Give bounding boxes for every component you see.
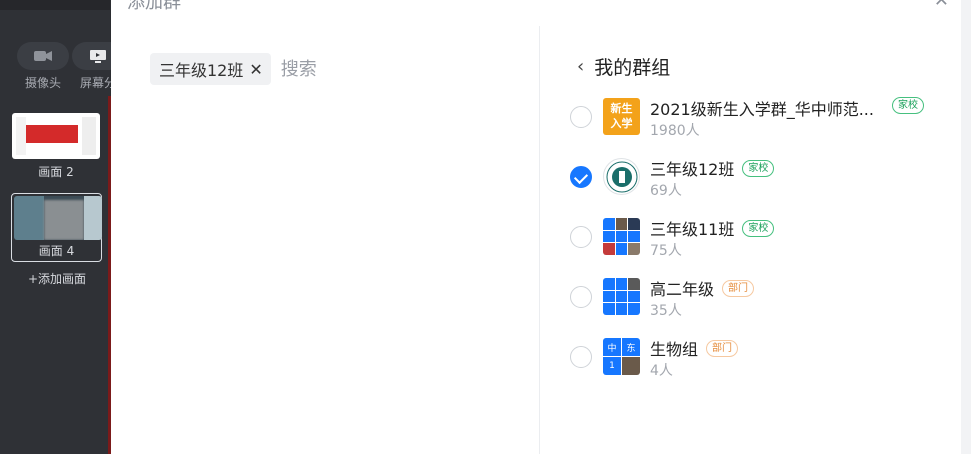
- sidebar-top-strip: [0, 0, 110, 10]
- search-input[interactable]: [280, 58, 481, 80]
- list-item[interactable]: 三年级11班 家校 75人: [569, 207, 949, 267]
- group-name: 三年级12班: [650, 160, 735, 179]
- group-name-wrap: 三年级11班 家校: [650, 216, 775, 240]
- tag-badge: 家校: [742, 159, 775, 177]
- group-list: 新生 入学 2021级新生入学群_华中师范... 家校 1980人 三年级12班: [569, 87, 949, 387]
- group-name: 2021级新生入学群_华中师范...: [650, 100, 874, 119]
- tag-badge: 家校: [742, 219, 775, 237]
- tag-badge: 部门: [722, 279, 755, 297]
- tag-badge: 家校: [892, 97, 924, 114]
- member-count: 35人: [650, 303, 682, 319]
- scene-label-2: 画面 2: [38, 165, 74, 179]
- tag-badge: 部门: [706, 339, 739, 357]
- left-sidebar: 摄像头 屏幕分 画面 2 画面 4 +添加画面: [0, 0, 124, 454]
- group-name: 生物组: [650, 340, 699, 359]
- close-icon[interactable]: ✕: [934, 0, 949, 11]
- window-right-edge: [961, 0, 971, 454]
- group-header-title: 我的群组: [594, 57, 671, 79]
- scene-preview-4: [14, 196, 102, 240]
- group-name-wrap: 高二年级 部门: [650, 276, 755, 300]
- member-count: 1980人: [650, 123, 700, 139]
- select-radio[interactable]: [570, 106, 592, 128]
- group-header[interactable]: ‹ 我的群组: [577, 53, 670, 80]
- list-item[interactable]: 三年级12班 家校 69人: [569, 147, 949, 207]
- camera-tool[interactable]: 摄像头: [17, 42, 69, 91]
- column-divider: [539, 26, 540, 454]
- scene-preview-2: [12, 113, 100, 159]
- select-radio[interactable]: [570, 226, 592, 248]
- select-radio[interactable]: [570, 286, 592, 308]
- group-avatar: 中 东 1: [603, 338, 640, 375]
- group-name-wrap: 2021级新生入学群_华中师范... 家校: [650, 96, 960, 120]
- add-scene-button[interactable]: +添加画面: [28, 270, 86, 287]
- avatar-photo-cell: [622, 357, 640, 375]
- avatar-text-line: 新生: [610, 102, 633, 115]
- member-count: 4人: [650, 363, 673, 379]
- avatar-cell: 东: [622, 338, 640, 356]
- group-avatar: [603, 278, 640, 315]
- selected-chip: 三年级12班 ✕: [150, 53, 271, 85]
- avatar-cell: 1: [603, 357, 621, 375]
- scene-thumb-2[interactable]: 画面 2: [12, 113, 100, 180]
- school-logo-icon: [606, 161, 637, 192]
- back-chevron-icon[interactable]: ‹: [577, 56, 584, 77]
- avatar-cell: 中: [603, 338, 621, 356]
- list-item[interactable]: 中 东 1 生物组 部门 4人: [569, 327, 949, 387]
- list-item[interactable]: 高二年级 部门 35人: [569, 267, 949, 327]
- select-radio[interactable]: [570, 346, 592, 368]
- group-avatar: 新生 入学: [603, 98, 640, 135]
- remove-chip-icon[interactable]: ✕: [249, 60, 262, 79]
- group-avatar: [603, 158, 640, 195]
- list-item[interactable]: 新生 入学 2021级新生入学群_华中师范... 家校 1980人: [569, 87, 949, 147]
- scene-label-4: 画面 4: [38, 244, 75, 258]
- scene-thumb-4[interactable]: 画面 4: [11, 193, 102, 262]
- group-name-wrap: 三年级12班 家校: [650, 156, 775, 180]
- avatar-text-line: 入学: [610, 117, 633, 130]
- selected-chip-label: 三年级12班: [159, 61, 244, 80]
- group-name-wrap: 生物组 部门: [650, 336, 739, 360]
- add-group-modal: 添加群 ✕ 三年级12班 ✕ ‹ 我的群组 新生 入学 2021级新生入学群_华…: [111, 0, 961, 454]
- group-avatar: [603, 218, 640, 255]
- group-name: 高二年级: [650, 280, 715, 299]
- modal-title: 添加群: [127, 0, 181, 13]
- member-count: 69人: [650, 183, 682, 199]
- member-count: 75人: [650, 243, 682, 259]
- camera-icon: [17, 42, 69, 70]
- search-row: 三年级12班 ✕: [150, 53, 481, 85]
- group-name: 三年级11班: [650, 220, 735, 239]
- select-radio[interactable]: [570, 166, 592, 188]
- camera-label: 摄像头: [24, 76, 61, 90]
